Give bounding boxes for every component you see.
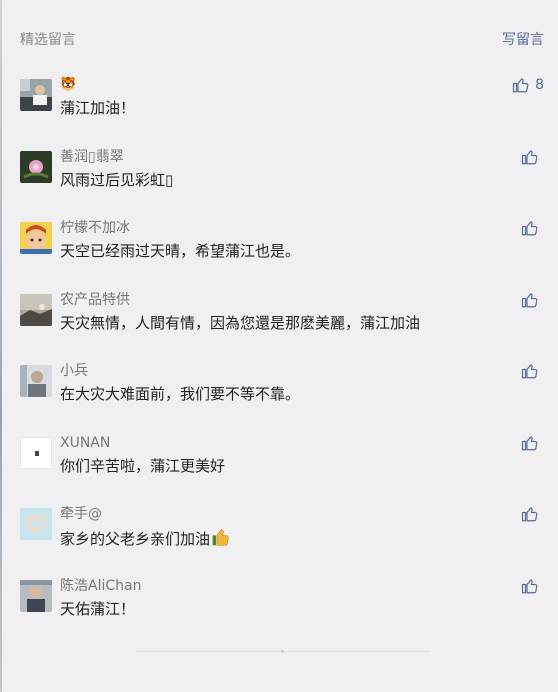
comment-text: 你们辛苦啦，蒲江更美好 [60,457,226,475]
comment-text: 风雨过后见彩虹▯ [60,171,174,189]
avatar[interactable] [20,508,52,540]
thumbs-up-emoji-icon [211,527,231,552]
thumbs-up-icon [521,148,539,166]
like-button[interactable]: 8 [512,76,544,94]
comments-header: 精选留言 写留言 [20,28,544,50]
comment-item: 农产品特供 天灾無情，人間有情，因為您還是那麽美麗，蒲江加油 [20,291,544,351]
comment-nickname: XUNAN [60,435,111,451]
thumbs-up-icon [521,505,539,523]
avatar[interactable] [20,151,52,183]
comment-nickname: 🐯 [60,77,77,92]
thumbs-up-icon [521,291,539,309]
thumbs-up-icon [512,76,530,94]
like-button[interactable] [521,362,544,380]
comment-text: 家乡的父老乡亲们加油 [60,527,231,552]
thumbs-up-icon [521,577,539,595]
comment-item: 牵手@ 家乡的父老乡亲们加油 [20,505,544,565]
write-comment-link[interactable]: 写留言 [502,29,544,49]
thumbs-up-icon [521,434,539,452]
like-button[interactable] [521,148,544,166]
comment-text: 蒲江加油！ [60,99,136,117]
avatar[interactable] [20,222,52,254]
comment-item: 善润▯翡翠 风雨过后见彩虹▯ [20,148,544,208]
comment-nickname: 小兵 [60,363,88,379]
like-button[interactable] [521,577,544,595]
thumbs-up-icon [521,219,539,237]
like-button[interactable] [521,434,544,452]
comment-item: 陈浩AliChan 天佑蒲江！ [20,577,544,637]
comment-text: 天灾無情，人間有情，因為您還是那麽美麗，蒲江加油 [60,314,421,332]
avatar[interactable] [20,294,52,326]
comment-nickname: 牵手@ [60,506,102,522]
section-title: 精选留言 [20,32,76,48]
like-button[interactable] [521,291,544,309]
comment-item: 小兵 在大灾大难面前，我们要不等不靠。 [20,362,544,422]
comment-item: XUNAN 你们辛苦啦，蒲江更美好 [20,434,544,494]
like-button[interactable] [521,219,544,237]
thumbs-up-icon [521,362,539,380]
comment-nickname: 农产品特供 [60,292,130,308]
avatar[interactable] [20,437,52,469]
comment-text: 天空已经雨过天晴，希望蒲江也是。 [60,242,301,260]
comment-item: 柠檬不加冰 天空已经雨过天晴，希望蒲江也是。 [20,219,544,279]
comment-text-content: 家乡的父老乡亲们加油 [60,530,211,548]
like-button[interactable] [521,505,544,523]
avatar[interactable] [20,580,52,612]
footer-divider-dot [281,650,284,653]
comment-nickname: 陈浩AliChan [60,578,142,594]
comment-item: 🐯 蒲江加油！ 8 [20,76,544,136]
comment-nickname: 柠檬不加冰 [60,220,130,236]
like-count: 8 [535,77,544,93]
window-edge [0,0,2,692]
avatar[interactable] [20,79,52,111]
avatar[interactable] [20,365,52,397]
comment-nickname: 善润▯翡翠 [60,149,124,165]
comment-text: 天佑蒲江！ [60,600,136,618]
comment-text: 在大灾大难面前，我们要不等不靠。 [60,385,301,403]
